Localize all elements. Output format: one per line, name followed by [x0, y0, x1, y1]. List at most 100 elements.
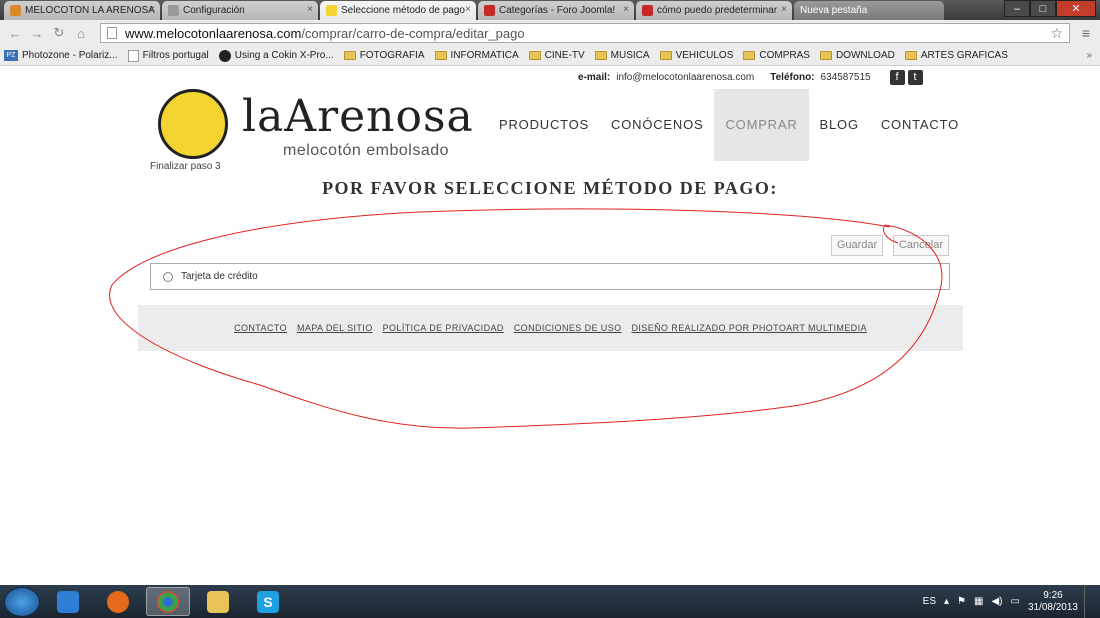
cancel-button[interactable]: Cancelar — [893, 235, 949, 256]
bookmark-label: Filtros portugal — [142, 50, 209, 61]
tab-title: Nueva pestaña — [800, 5, 868, 16]
tab-como-puedo[interactable]: cómo puedo predeterminar × — [636, 1, 792, 20]
bookmarks-overflow-icon[interactable]: » — [1086, 50, 1092, 61]
taskbar-app[interactable] — [146, 587, 190, 616]
tab-title: Configuración — [183, 5, 245, 16]
tab-configuracion[interactable]: Configuración × — [162, 1, 318, 20]
close-icon[interactable]: × — [781, 4, 787, 15]
bookmark-folder[interactable]: DOWNLOAD — [819, 50, 895, 61]
email-value[interactable]: info@melocotonlaarenosa.com — [616, 72, 754, 83]
skype-icon: S — [257, 590, 279, 613]
bookmark-folder[interactable]: ARTES GRAFICAS — [904, 50, 1008, 61]
taskbar-app[interactable] — [46, 587, 90, 616]
tab-melocoton[interactable]: MELOCOTON LA ARENOSA × — [4, 1, 160, 20]
taskbar-app[interactable]: S — [246, 587, 290, 616]
flag-icon[interactable]: ⚑ — [957, 596, 966, 607]
tray-expand-icon[interactable]: ▴ — [944, 596, 949, 607]
home-icon[interactable]: ⌂ — [72, 26, 90, 41]
display-icon[interactable]: ▭ — [1010, 596, 1019, 607]
bookmark-folder[interactable]: COMPRAS — [743, 50, 810, 61]
close-icon[interactable]: × — [307, 4, 313, 15]
bookmark-label: INFORMATICA — [450, 50, 519, 61]
contact-strip: e-mail: info@melocotonlaarenosa.com Telé… — [578, 70, 923, 85]
show-desktop-button[interactable] — [1084, 585, 1092, 618]
logo-wordmark: laArenosa — [242, 91, 474, 142]
browser-toolbar: ← → ↻ ⌂ www.melocotonlaarenosa.com /comp… — [0, 20, 1100, 46]
taskbar-app[interactable] — [96, 587, 140, 616]
start-button-icon[interactable] — [4, 586, 40, 617]
os-taskbar: S ES ▴ ⚑ ▦ ◀) ▭ 9:26 31/08/2013 — [0, 585, 1100, 618]
minimize-icon[interactable]: – — [1004, 0, 1030, 17]
pz-icon: PZ — [4, 50, 18, 61]
bookmark-label: Photozone - Polariz... — [22, 50, 118, 61]
media-player-icon — [57, 590, 79, 613]
close-window-icon[interactable]: ✕ — [1056, 0, 1096, 17]
firefox-icon — [107, 590, 129, 613]
folder-icon — [819, 51, 832, 60]
bookmark-folder[interactable]: FOTOGRAFIA — [343, 50, 425, 61]
folder-icon — [594, 51, 607, 60]
page-icon — [107, 27, 117, 39]
bookmark-folder[interactable]: INFORMATICA — [434, 50, 519, 61]
main-menu: PRODUCTOS CONÓCENOS COMPRAR BLOG CONTACT… — [488, 89, 970, 161]
bookmark-item[interactable]: PZ Photozone - Polariz... — [4, 50, 118, 61]
close-icon[interactable]: × — [465, 4, 471, 15]
maximize-icon[interactable]: □ — [1030, 0, 1056, 17]
back-icon[interactable]: ← — [6, 26, 24, 41]
taskbar-app[interactable] — [196, 587, 240, 616]
reload-icon[interactable]: ↻ — [50, 25, 68, 41]
page-icon — [127, 49, 139, 62]
network-icon[interactable]: ▦ — [974, 596, 983, 607]
explorer-icon — [207, 590, 229, 613]
bookmark-star-icon[interactable]: ☆ — [1050, 25, 1063, 42]
language-indicator[interactable]: ES — [923, 596, 936, 607]
footer-link-mapa[interactable]: MAPA DEL SITIO — [297, 323, 373, 333]
forum-favicon-icon — [642, 5, 653, 16]
menu-item-conocenos[interactable]: CONÓCENOS — [600, 89, 714, 161]
bookmark-item[interactable]: Using a Cokin X-Pro... — [218, 49, 334, 62]
folder-icon — [343, 51, 356, 60]
joomla-favicon-icon — [10, 5, 21, 16]
facebook-icon[interactable]: f — [889, 70, 905, 85]
forward-icon[interactable]: → — [28, 26, 46, 41]
url-path: /comprar/carro-de-compra/editar_pago — [301, 25, 525, 41]
tab-seleccione-metodo[interactable]: Seleccione método de pago × — [320, 1, 476, 20]
bookmark-folder[interactable]: VEHICULOS — [659, 50, 733, 61]
tab-title: cómo puedo predeterminar — [657, 5, 778, 16]
checkout-step: Finalizar paso 3 — [150, 161, 221, 172]
forum-favicon-icon — [484, 5, 495, 16]
bookmark-label: COMPRAS — [759, 50, 810, 61]
tab-nueva-pestana[interactable]: Nueva pestaña — [794, 1, 944, 20]
payment-method-option[interactable]: Tarjeta de crédito — [150, 263, 950, 290]
menu-item-productos[interactable]: PRODUCTOS — [488, 89, 600, 161]
folder-icon — [743, 51, 756, 60]
twitter-icon[interactable]: t — [907, 70, 923, 85]
bookmark-folder[interactable]: CINE-TV — [528, 50, 585, 61]
volume-icon[interactable]: ◀) — [991, 596, 1002, 607]
menu-icon[interactable]: ≡ — [1078, 25, 1094, 41]
footer-link-privacidad[interactable]: POLÍTICA DE PRIVACIDAD — [383, 323, 504, 333]
url-host: www.melocotonlaarenosa.com — [125, 25, 302, 41]
save-button[interactable]: Guardar — [831, 235, 883, 256]
email-label: e-mail: — [578, 72, 611, 83]
address-bar[interactable]: www.melocotonlaarenosa.com /comprar/carr… — [100, 23, 1070, 43]
close-icon[interactable]: × — [149, 4, 155, 15]
menu-item-comprar[interactable]: COMPRAR — [714, 89, 809, 161]
close-icon[interactable]: × — [623, 4, 629, 15]
footer-link-condiciones[interactable]: CONDICIONES DE USO — [514, 323, 622, 333]
footer-link-diseno[interactable]: DISEÑO REALIZADO POR PHOTOART MULTIMEDIA — [632, 323, 867, 333]
folder-icon — [659, 51, 672, 60]
menu-item-blog[interactable]: BLOG — [809, 89, 870, 161]
clock[interactable]: 9:26 31/08/2013 — [1028, 590, 1078, 614]
bookmark-item[interactable]: Filtros portugal — [127, 49, 209, 62]
site-logo[interactable]: laArenosa melocotón embolsado — [158, 89, 473, 159]
menu-item-contacto[interactable]: CONTACTO — [870, 89, 970, 161]
bookmark-folder[interactable]: MUSICA — [594, 50, 650, 61]
payment-radio[interactable] — [163, 271, 173, 282]
wrench-icon — [168, 5, 179, 16]
footer-link-contacto[interactable]: CONTACTO — [234, 323, 287, 333]
bookmark-label: Using a Cokin X-Pro... — [234, 50, 334, 61]
tab-foro-joomla[interactable]: Categorías - Foro Joomla! × — [478, 1, 634, 20]
system-tray: ES ▴ ⚑ ▦ ◀) ▭ 9:26 31/08/2013 — [923, 585, 1100, 618]
clock-date: 31/08/2013 — [1027, 601, 1078, 613]
